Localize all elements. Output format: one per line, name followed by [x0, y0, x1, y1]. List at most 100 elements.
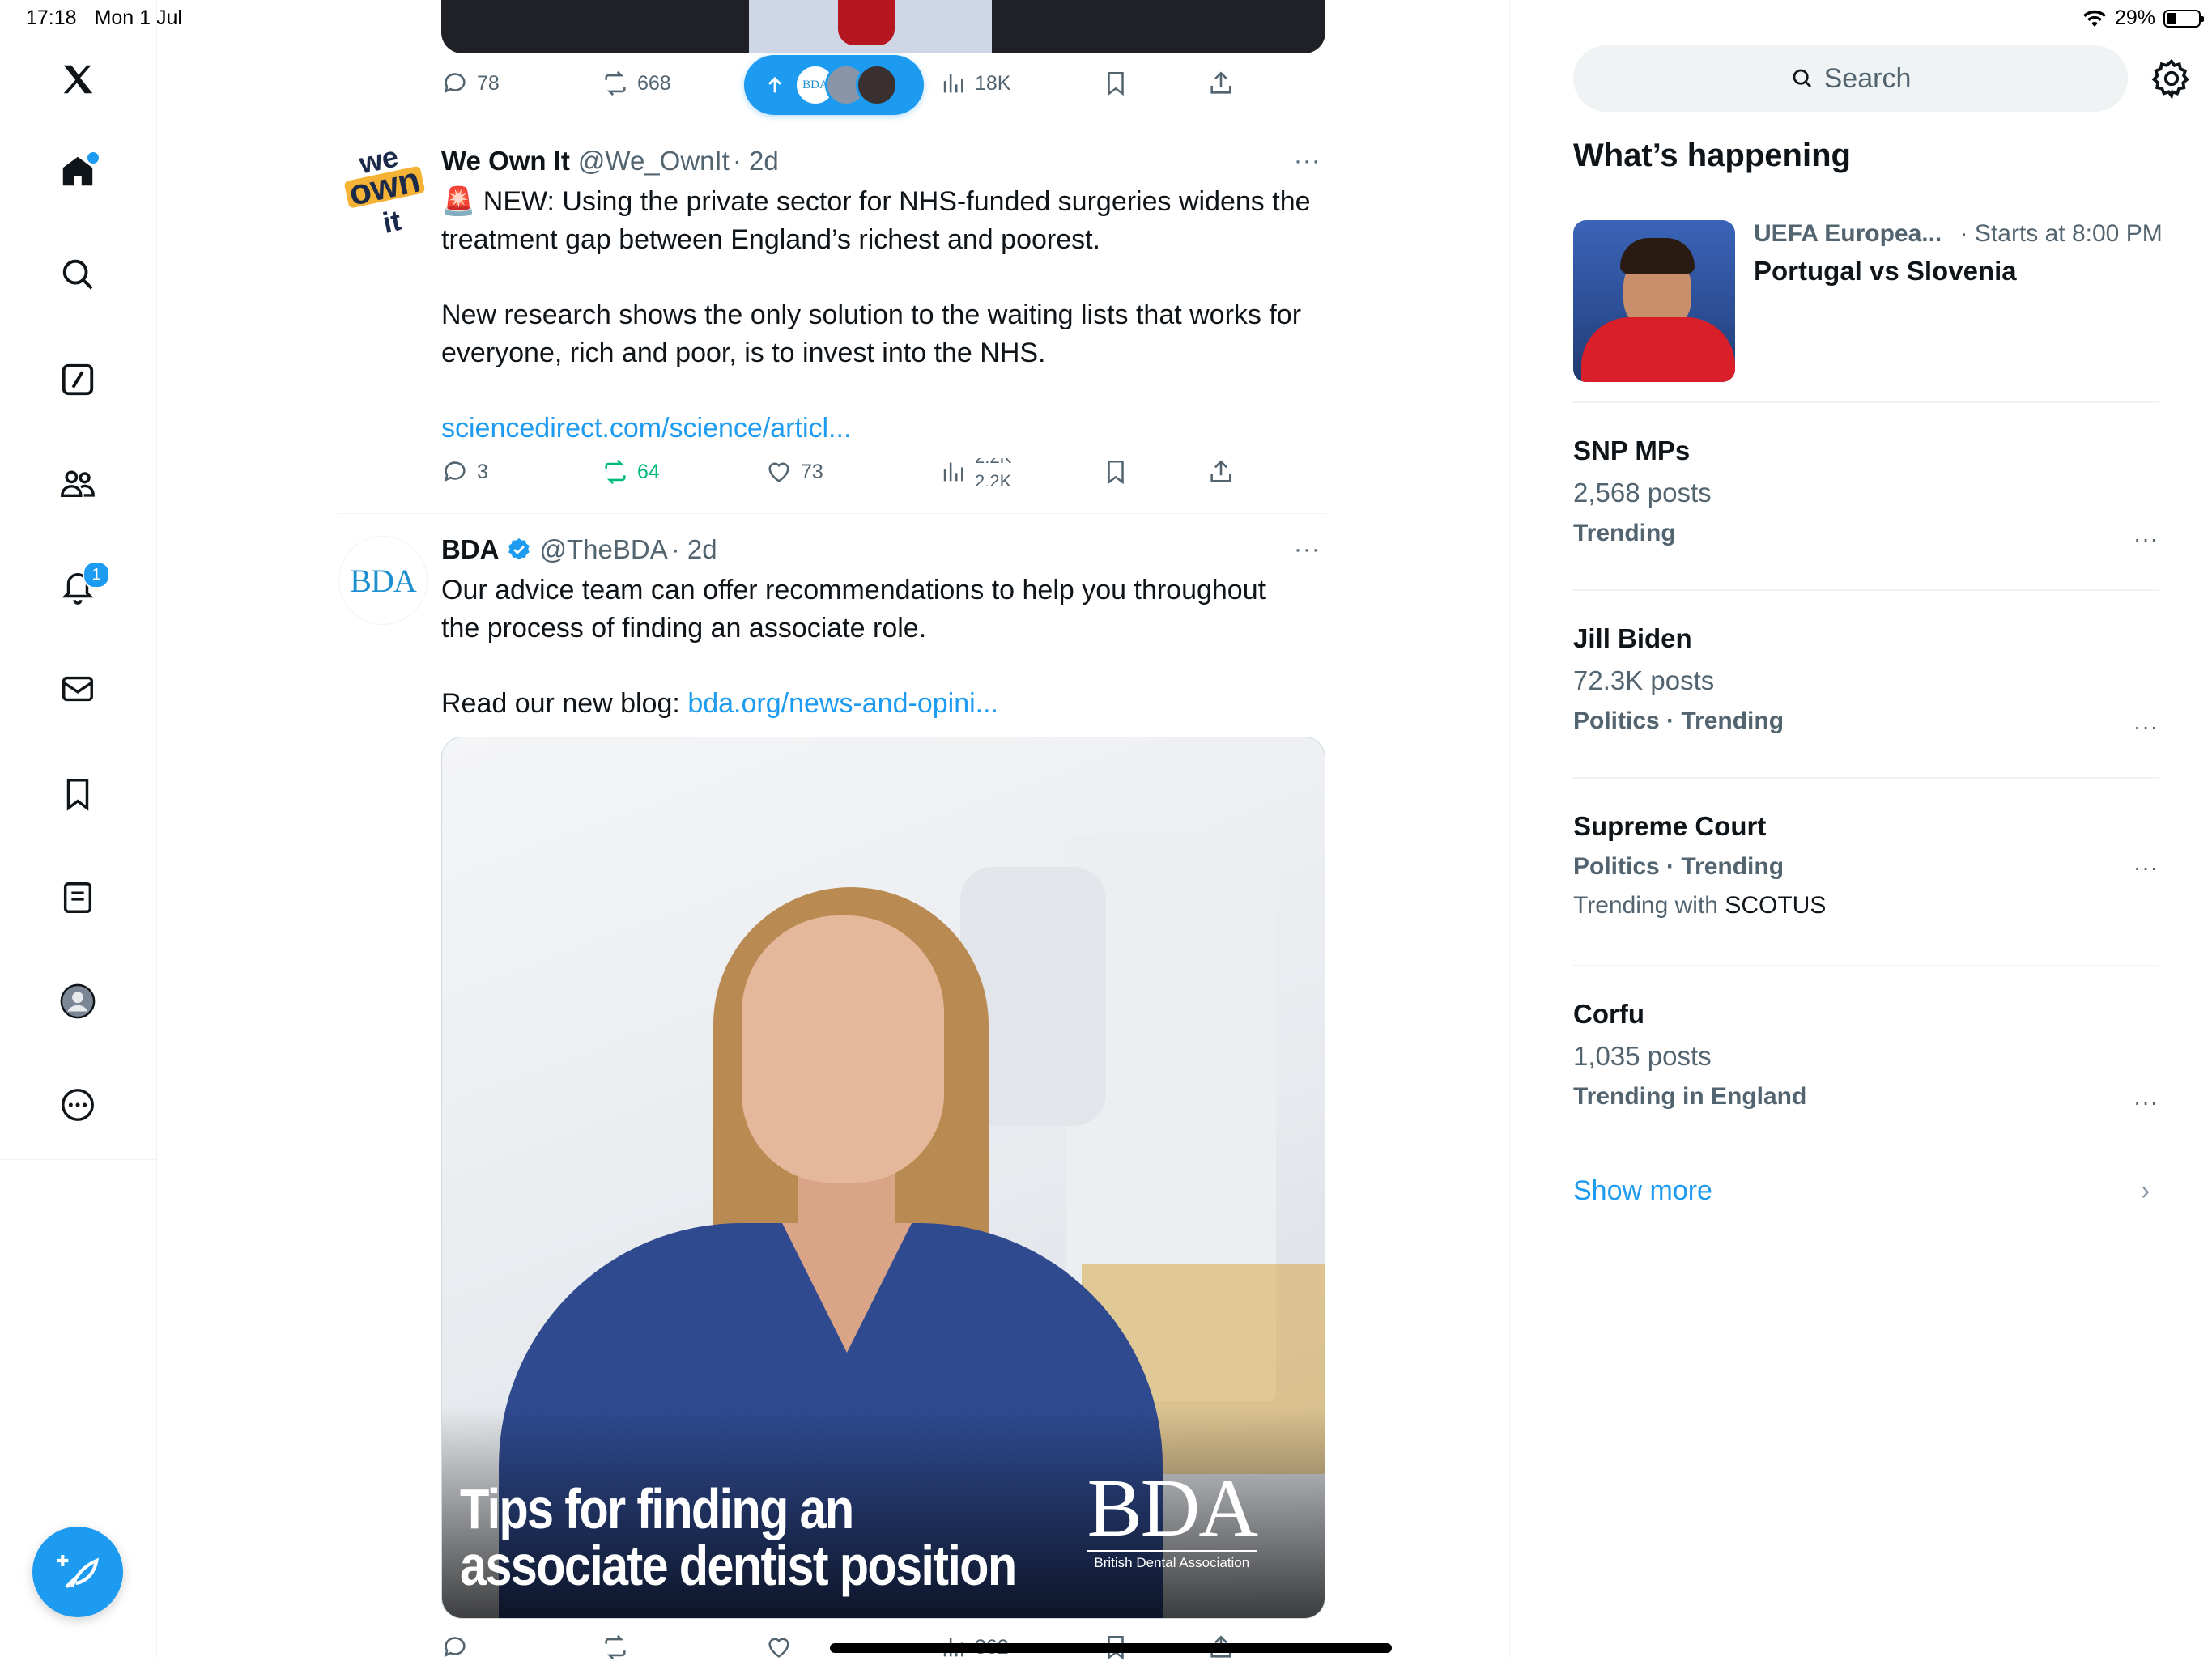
- like-button[interactable]: [765, 1633, 793, 1661]
- column-divider: [1509, 0, 1510, 1658]
- bookmarks-icon[interactable]: [55, 771, 100, 817]
- search-icon[interactable]: [55, 252, 100, 297]
- x-logo-icon[interactable]: [55, 57, 100, 102]
- reply-button[interactable]: 3: [441, 458, 488, 486]
- bookmark-button[interactable]: [1102, 458, 1129, 486]
- grok-icon[interactable]: [55, 357, 100, 402]
- home-indicator[interactable]: [830, 1643, 1392, 1653]
- views-count: 18K: [975, 71, 1011, 95]
- trend-post-count: 2,568 posts: [1573, 478, 1712, 508]
- tweet-text: Our advice team can offer recommendation…: [441, 575, 1266, 719]
- tweet-media-image[interactable]: Tips for finding an associate dentist po…: [441, 737, 1325, 1619]
- search-icon: [1793, 69, 1811, 87]
- home-icon[interactable]: [55, 149, 100, 194]
- tweet-text: 🚨 NEW: Using the private sector for NHS-…: [441, 183, 1325, 448]
- featured-event[interactable]: UEFA Europea... · Starts at 8:00 PM Port…: [1754, 220, 2163, 287]
- trend-item[interactable]: SNP MPs 2,568 posts Trending ···: [1573, 435, 2159, 551]
- author-handle[interactable]: @We_OwnIt: [578, 146, 730, 176]
- trend-item[interactable]: Supreme Court Politics · Trending Trendi…: [1573, 811, 2159, 920]
- profile-avatar-icon[interactable]: [55, 979, 100, 1024]
- trend-title: Jill Biden: [1573, 623, 1692, 653]
- tweet-time[interactable]: · 2d: [671, 534, 717, 565]
- siren-emoji: 🚨: [441, 186, 476, 217]
- home-unread-dot: [86, 151, 100, 165]
- tweet-link[interactable]: sciencedirect.com/science/articl...: [441, 410, 1325, 448]
- views-button[interactable]: 18K: [939, 70, 1010, 97]
- views-chart-icon: [943, 462, 963, 482]
- search-bar[interactable]: Search: [1573, 45, 2128, 112]
- trend-meta: Politics · Trending: [1573, 707, 1784, 734]
- verified-badge-icon: [508, 538, 530, 560]
- share-icon: [1210, 460, 1231, 482]
- trend-meta: Trending: [1573, 520, 1676, 546]
- reply-count: 78: [477, 71, 500, 95]
- trend-more-button[interactable]: ···: [2133, 526, 2159, 552]
- tweet-more-button[interactable]: ···: [1294, 536, 1321, 563]
- show-more-link[interactable]: Show more: [1573, 1175, 1712, 1207]
- trend-item[interactable]: Corfu 1,035 posts Trending in England ··…: [1573, 999, 2159, 1115]
- like-count: 73: [801, 460, 823, 483]
- share-button[interactable]: [1207, 70, 1235, 97]
- repost-button[interactable]: [602, 1633, 629, 1661]
- notifications-badge: 1: [83, 561, 110, 588]
- trend-divider: [1573, 777, 2159, 779]
- featured-time: · Starts at 8:00 PM: [1959, 220, 2163, 247]
- tweet-time[interactable]: · 2d: [733, 146, 779, 176]
- reply-icon: [444, 461, 466, 482]
- trend-post-count: 72.3K posts: [1573, 665, 1715, 695]
- previous-tweet-media[interactable]: [441, 0, 1325, 53]
- bookmark-icon: [1108, 460, 1124, 485]
- repost-count: 64: [637, 460, 660, 483]
- bda-avatar[interactable]: BDA: [338, 536, 428, 625]
- battery-percent: 29%: [2114, 6, 2155, 29]
- reply-button[interactable]: [441, 1633, 469, 1661]
- author-handle[interactable]: @TheBDA: [540, 534, 668, 565]
- battery-icon: [2163, 9, 2204, 28]
- notifications-icon[interactable]: 1: [55, 561, 110, 610]
- author-name[interactable]: BDA: [441, 534, 500, 565]
- trend-divider: [1573, 401, 2159, 403]
- reply-icon: [444, 73, 466, 94]
- compose-tweet-button[interactable]: [32, 1527, 123, 1617]
- tweet-more-button[interactable]: ···: [1294, 147, 1321, 175]
- trend-more-button[interactable]: ···: [2133, 1090, 2159, 1115]
- timeline: 78 668 BDA 18K we own it We Own It @We_O…: [338, 0, 1326, 1661]
- messages-icon[interactable]: [55, 666, 100, 712]
- more-options-icon[interactable]: [55, 1082, 100, 1128]
- featured-title: Portugal vs Slovenia: [1754, 256, 2017, 286]
- trend-more-button[interactable]: ···: [2133, 855, 2159, 881]
- repost-button[interactable]: 668: [602, 70, 671, 97]
- trend-meta: Trending in England: [1573, 1083, 1807, 1110]
- views-button[interactable]: 2.2K 2.2K: [939, 458, 1023, 486]
- communities-icon[interactable]: [55, 461, 100, 506]
- trend-title: SNP MPs: [1573, 435, 1691, 465]
- trend-item[interactable]: Jill Biden 72.3K posts Politics · Trendi…: [1573, 623, 2159, 739]
- share-button[interactable]: [1207, 458, 1235, 486]
- featured-event-image[interactable]: [1573, 220, 1735, 382]
- tweet-link[interactable]: bda.org/news-and-opini...: [687, 688, 998, 719]
- trend-divider: [1573, 589, 2159, 591]
- feather-plus-icon: [57, 1555, 100, 1589]
- repost-icon: [605, 1634, 626, 1660]
- chevron-right-icon: ›: [2141, 1175, 2150, 1206]
- lists-icon[interactable]: [55, 875, 100, 920]
- wifi-icon: [2082, 10, 2106, 27]
- left-nav: 1: [0, 0, 157, 1658]
- trend-title: Supreme Court: [1573, 811, 1767, 841]
- reply-button[interactable]: 78: [441, 70, 500, 97]
- author-name[interactable]: We Own It: [441, 146, 570, 176]
- trend-more-button[interactable]: ···: [2133, 714, 2159, 740]
- repost-icon: [605, 459, 626, 485]
- bookmark-button[interactable]: [1102, 70, 1129, 97]
- sidebar-divider: [0, 1159, 156, 1160]
- trend-context: Trending with SCOTUS: [1573, 892, 1827, 919]
- trend-meta: Politics · Trending: [1573, 853, 1784, 880]
- bookmark-icon: [1108, 71, 1124, 96]
- repost-button-active[interactable]: 64: [602, 458, 660, 486]
- like-button[interactable]: 73: [765, 458, 823, 486]
- new-posts-pill[interactable]: BDA: [744, 55, 924, 115]
- we-own-it-avatar[interactable]: we own it: [338, 144, 428, 233]
- whats-happening-title: What’s happening: [1573, 138, 1851, 173]
- trend-title: Corfu: [1573, 999, 1644, 1029]
- settings-gear-icon[interactable]: [2150, 57, 2193, 100]
